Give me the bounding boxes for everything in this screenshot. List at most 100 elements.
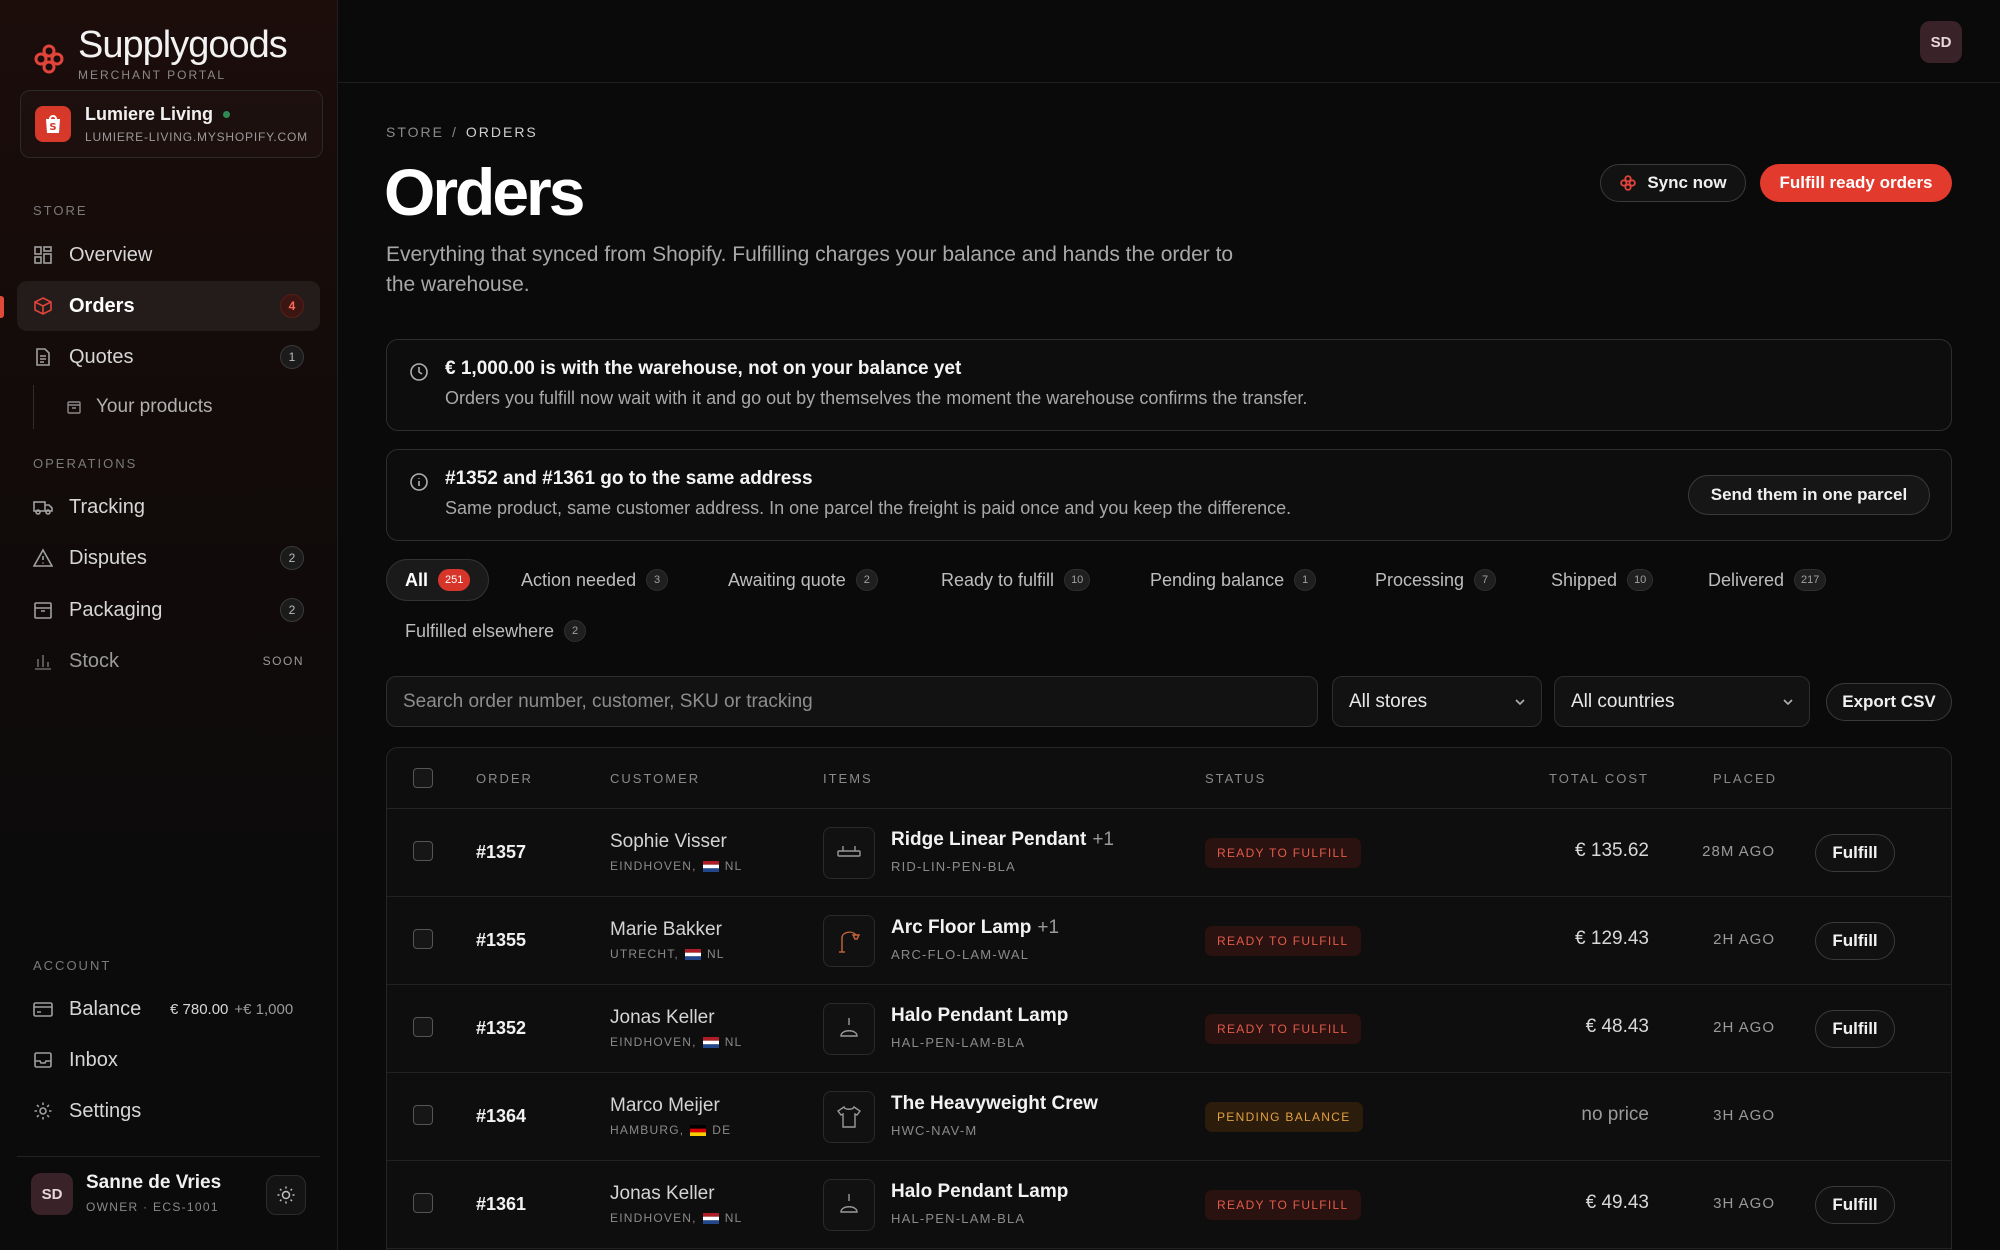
sidebar-item-overview[interactable]: Overview: [17, 230, 320, 280]
box-icon: [34, 297, 52, 315]
fulfill-button[interactable]: Fulfill: [1815, 834, 1895, 872]
sync-now-label: Sync now: [1647, 173, 1727, 192]
fulfill-button[interactable]: Fulfill: [1815, 922, 1895, 960]
tab-awaiting-quote[interactable]: Awaiting quote 2: [728, 559, 878, 601]
sidebar-item-label: Quotes: [69, 345, 134, 368]
tab-pending-balance[interactable]: Pending balance 1: [1150, 559, 1317, 601]
store-filter-select[interactable]: All stores: [1332, 676, 1542, 727]
theme-toggle-button[interactable]: [266, 1175, 306, 1215]
sync-now-button[interactable]: Sync now: [1600, 164, 1746, 202]
tab-shipped[interactable]: Shipped 10: [1551, 559, 1654, 601]
sidebar-item-packaging[interactable]: Packaging 2: [17, 585, 320, 635]
order-number[interactable]: #1364: [476, 1106, 526, 1127]
tab-count: 10: [1064, 569, 1091, 591]
column-header-customer[interactable]: CUSTOMER: [610, 771, 700, 786]
inbox-icon: [34, 1052, 52, 1068]
user-avatar[interactable]: SD: [31, 1173, 73, 1215]
fulfill-button[interactable]: Fulfill: [1815, 1010, 1895, 1048]
divider: [17, 1156, 320, 1157]
notice-title: #1352 and #1361 go to the same address: [445, 468, 813, 489]
tab-delivered[interactable]: Delivered 217: [1708, 559, 1827, 601]
search-input[interactable]: Search order number, customer, SKU or tr…: [386, 676, 1318, 727]
fulfill-ready-orders-button[interactable]: Fulfill ready orders: [1760, 164, 1952, 202]
total-cost: no price: [1581, 1104, 1649, 1125]
sidebar-item-your-products[interactable]: Your products: [50, 382, 320, 432]
store-name: Lumiere Living: [85, 104, 214, 124]
customer-name: Jonas Keller: [610, 1183, 715, 1204]
send-in-one-parcel-button[interactable]: Send them in one parcel: [1688, 475, 1930, 515]
breadcrumb-store[interactable]: STORE: [386, 124, 444, 140]
column-header-placed[interactable]: PLACED: [1713, 771, 1777, 786]
brand-subtitle: MERCHANT PORTAL: [78, 68, 227, 82]
table-header: ORDER CUSTOMER ITEMS STATUS TOTAL COST P…: [387, 748, 1951, 809]
quotes-count-badge: 1: [280, 345, 304, 369]
brand[interactable]: Supplygoods MERCHANT PORTAL: [32, 24, 288, 82]
table-row[interactable]: #1364 Marco Meijer HAMBURG, DE The Heavyw…: [387, 1073, 1951, 1161]
netherlands-flag-icon: [702, 860, 719, 872]
account-avatar-button[interactable]: SD: [1920, 21, 1962, 63]
column-header-order[interactable]: ORDER: [476, 771, 533, 786]
column-header-total-cost[interactable]: TOTAL COST: [1549, 771, 1649, 786]
brand-name: Supplygoods: [78, 24, 288, 66]
customer-city: EINDHOVEN,: [610, 859, 697, 873]
tab-count: 1: [1294, 569, 1317, 591]
sidebar-item-inbox[interactable]: Inbox: [17, 1035, 320, 1085]
tab-count: 10: [1627, 569, 1654, 591]
product-sku: HAL-PEN-LAM-BLA: [891, 1211, 1026, 1226]
customer-name: Jonas Keller: [610, 1007, 715, 1028]
netherlands-flag-icon: [684, 948, 701, 960]
product-thumbnail: [823, 1003, 875, 1055]
table-row[interactable]: #1361 Jonas Keller EINDHOVEN, NL Halo Pen…: [387, 1161, 1951, 1249]
table-row[interactable]: #1355 Marie Bakker UTRECHT, NL Arc Floor …: [387, 897, 1951, 985]
sidebar-item-settings[interactable]: Settings: [17, 1086, 320, 1136]
sidebar-item-tracking[interactable]: Tracking: [17, 482, 320, 532]
table-row[interactable]: #1357 Sophie Visser EINDHOVEN, NL Ridge L…: [387, 809, 1951, 897]
archive-icon: [34, 602, 52, 619]
balance-pending: +€ 1,000: [234, 1000, 294, 1018]
sidebar-item-label: Inbox: [69, 1048, 118, 1071]
tab-all[interactable]: All 251: [386, 559, 490, 601]
row-checkbox[interactable]: [413, 1017, 433, 1037]
top-bar: SD: [338, 0, 2000, 83]
store-switcher[interactable]: S Lumiere Living LUMIERE-LIVING.MYSHOPIF…: [20, 90, 323, 158]
column-header-status[interactable]: STATUS: [1205, 771, 1266, 786]
chevron-down-icon: [1515, 699, 1525, 706]
tab-count: 217: [1794, 569, 1827, 591]
fulfill-button[interactable]: Fulfill: [1815, 1186, 1895, 1224]
row-checkbox[interactable]: [413, 929, 433, 949]
submenu-line: [33, 385, 34, 429]
order-number[interactable]: #1361: [476, 1194, 526, 1215]
netherlands-flag-icon: [702, 1036, 719, 1048]
tab-ready-to-fulfill[interactable]: Ready to fulfill 10: [941, 559, 1091, 601]
sidebar-item-orders[interactable]: Orders 4: [17, 281, 320, 331]
document-icon: [36, 348, 50, 366]
truck-icon: [33, 501, 53, 515]
export-csv-button[interactable]: Export CSV: [1826, 683, 1952, 721]
sidebar-item-quotes[interactable]: Quotes 1: [17, 332, 320, 382]
tab-processing[interactable]: Processing 7: [1375, 559, 1497, 601]
tab-label: Fulfilled elsewhere: [405, 620, 555, 641]
product-name: Halo Pendant Lamp: [891, 1005, 1069, 1026]
row-checkbox[interactable]: [413, 1105, 433, 1125]
balance-amount: € 780.00: [170, 1000, 229, 1018]
breadcrumb: STORE / ORDERS: [386, 124, 538, 140]
product-thumbnail: [823, 1091, 875, 1143]
row-checkbox[interactable]: [413, 841, 433, 861]
row-checkbox[interactable]: [413, 1193, 433, 1213]
bar-chart-icon: [35, 655, 51, 670]
warning-icon: [33, 548, 53, 567]
status-badge: READY TO FULFILL: [1205, 926, 1361, 956]
tab-action-needed[interactable]: Action needed 3: [521, 559, 669, 601]
page-description: Everything that synced from Shopify. Ful…: [386, 243, 1234, 296]
sidebar-item-label: Settings: [69, 1099, 142, 1122]
sidebar-item-disputes[interactable]: Disputes 2: [17, 533, 320, 583]
order-number[interactable]: #1357: [476, 842, 526, 863]
country-filter-value: All countries: [1571, 690, 1675, 712]
select-all-checkbox[interactable]: [413, 768, 433, 788]
tab-fulfilled-elsewhere[interactable]: Fulfilled elsewhere 2: [405, 610, 587, 652]
order-number[interactable]: #1352: [476, 1018, 526, 1039]
table-row[interactable]: #1352 Jonas Keller EINDHOVEN, NL Halo Pen…: [387, 985, 1951, 1073]
order-number[interactable]: #1355: [476, 930, 526, 951]
sidebar-item-balance[interactable]: Balance € 780.00 +€ 1,000: [17, 984, 320, 1034]
country-filter-select[interactable]: All countries: [1554, 676, 1810, 727]
